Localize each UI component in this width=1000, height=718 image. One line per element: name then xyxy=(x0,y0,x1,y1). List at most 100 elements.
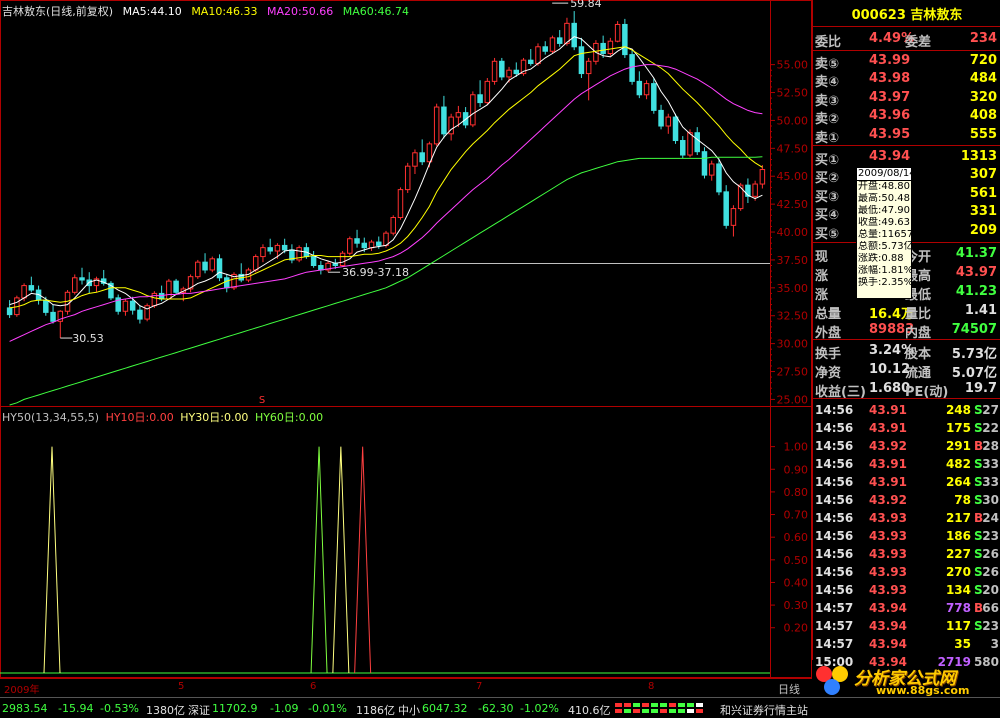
candle-body[interactable] xyxy=(195,261,201,278)
candle-body[interactable] xyxy=(404,165,411,191)
candle-body[interactable] xyxy=(499,60,505,78)
candle-body[interactable] xyxy=(708,163,715,176)
candle-body[interactable] xyxy=(506,69,512,78)
candle-body[interactable] xyxy=(752,183,758,197)
tick-row[interactable]: 14:56 43.93 227 S 26 xyxy=(813,545,1000,563)
candle-body[interactable] xyxy=(224,277,230,289)
candle-body[interactable] xyxy=(129,300,136,311)
candle-body[interactable] xyxy=(347,238,353,254)
candle-body[interactable] xyxy=(252,256,259,271)
ask-row[interactable]: 卖② 43.96 408 xyxy=(813,107,1000,127)
candle-body[interactable] xyxy=(455,112,462,118)
candle-body[interactable] xyxy=(600,42,606,54)
candle-body[interactable] xyxy=(426,143,433,163)
candle-body[interactable] xyxy=(209,258,216,271)
tick-row[interactable]: 14:57 43.94 117 S 23 xyxy=(813,617,1000,635)
candle-body[interactable] xyxy=(441,106,447,135)
candle-body[interactable] xyxy=(535,46,541,65)
candle-body[interactable] xyxy=(361,242,368,249)
candle-body[interactable] xyxy=(556,37,563,44)
candle-body[interactable] xyxy=(477,94,483,104)
tick-price: 43.94 xyxy=(869,637,907,651)
tick-row[interactable]: 14:56 43.91 264 S 33 xyxy=(813,473,1000,491)
tick-row[interactable]: 14:56 43.93 270 S 26 xyxy=(813,563,1000,581)
candle-body[interactable] xyxy=(643,83,650,96)
candle-body[interactable] xyxy=(549,37,556,52)
candle-body[interactable] xyxy=(50,311,56,322)
candle-body[interactable] xyxy=(680,140,686,156)
candle-body[interactable] xyxy=(144,305,150,320)
period-button[interactable]: 日线 xyxy=(778,681,800,697)
tick-row[interactable]: 14:56 43.91 248 S 27 xyxy=(813,401,1000,419)
candle-body[interactable] xyxy=(281,244,288,251)
candle-body[interactable] xyxy=(564,22,570,44)
candle-body[interactable] xyxy=(542,46,548,52)
candle-body[interactable] xyxy=(158,292,165,300)
candle-body[interactable] xyxy=(397,189,404,219)
candle-body[interactable] xyxy=(607,40,614,54)
candle-body[interactable] xyxy=(137,309,143,320)
candle-body[interactable] xyxy=(354,238,360,244)
candle-body[interactable] xyxy=(122,300,129,312)
bid-row[interactable]: 买① 43.94 1313 xyxy=(813,148,1000,168)
candle-body[interactable] xyxy=(491,60,498,82)
tick-row[interactable]: 14:56 43.93 134 S 20 xyxy=(813,581,1000,599)
tick-row[interactable]: 14:56 43.92 291 B 28 xyxy=(813,437,1000,455)
candle-body[interactable] xyxy=(687,132,693,156)
ask-row[interactable]: 卖① 43.95 555 xyxy=(813,126,1000,146)
candle-body[interactable] xyxy=(21,285,27,299)
tick-row[interactable]: 14:56 43.93 217 B 24 xyxy=(813,509,1000,527)
candle-body[interactable] xyxy=(730,208,737,226)
candle-body[interactable] xyxy=(79,277,85,281)
candle-body[interactable] xyxy=(672,116,679,142)
candle-body[interactable] xyxy=(6,307,13,316)
tick-row[interactable]: 14:56 43.92 78 S 30 xyxy=(813,491,1000,509)
candle-body[interactable] xyxy=(433,106,440,145)
candle-body[interactable] xyxy=(716,163,722,193)
candle-body[interactable] xyxy=(470,94,476,126)
candle-body[interactable] xyxy=(622,23,628,56)
candle-body[interactable] xyxy=(513,69,520,75)
candle-body[interactable] xyxy=(629,54,635,82)
candle-body[interactable] xyxy=(310,256,317,267)
candle-body[interactable] xyxy=(759,169,766,185)
candle-body[interactable] xyxy=(339,252,346,267)
candle-body[interactable] xyxy=(28,285,35,291)
candle-body[interactable] xyxy=(368,241,375,249)
ask-row[interactable]: 卖⑤ 43.99 720 xyxy=(813,52,1000,72)
candle-body[interactable] xyxy=(274,244,281,252)
candle-body[interactable] xyxy=(665,116,672,127)
candle-body[interactable] xyxy=(528,59,534,65)
ask-row[interactable]: 卖③ 43.97 320 xyxy=(813,89,1000,109)
candle-body[interactable] xyxy=(419,152,425,163)
candle-body[interactable] xyxy=(202,261,208,271)
candle-body[interactable] xyxy=(723,191,729,226)
candle-body[interactable] xyxy=(578,46,585,75)
tick-row[interactable]: 14:56 43.91 482 S 33 xyxy=(813,455,1000,473)
candle-body[interactable] xyxy=(658,109,664,127)
tick-row[interactable]: 14:56 43.91 175 S 22 xyxy=(813,419,1000,437)
candle-body[interactable] xyxy=(267,247,273,252)
candle-body[interactable] xyxy=(72,277,78,293)
candle-body[interactable] xyxy=(390,217,396,234)
candle-body[interactable] xyxy=(651,83,657,111)
candle-body[interactable] xyxy=(216,258,223,279)
candle-body[interactable] xyxy=(376,241,382,246)
kline-chart-canvas[interactable]: 55.00 52.50 50.00 47.50 45.00 42.50 40.00 37.50… xyxy=(0,0,812,697)
ask-row[interactable]: 卖④ 43.98 484 xyxy=(813,70,1000,90)
candle-body[interactable] xyxy=(614,23,621,42)
candle-body[interactable] xyxy=(585,60,592,75)
candle-body[interactable] xyxy=(412,152,418,167)
candle-body[interactable] xyxy=(484,80,491,104)
tick-row[interactable]: 14:57 43.94 35 3 xyxy=(813,635,1000,653)
tick-row[interactable]: 14:57 43.94 778 B 66 xyxy=(813,599,1000,617)
candle-body[interactable] xyxy=(166,280,172,300)
candle-body[interactable] xyxy=(173,280,179,293)
candle-body[interactable] xyxy=(571,22,577,48)
candle-body[interactable] xyxy=(701,151,708,176)
candle-body[interactable] xyxy=(260,247,266,258)
candle-body[interactable] xyxy=(636,80,643,96)
tick-row[interactable]: 14:56 43.93 186 S 23 xyxy=(813,527,1000,545)
candle-body[interactable] xyxy=(43,299,49,313)
candle-body[interactable] xyxy=(694,132,700,153)
